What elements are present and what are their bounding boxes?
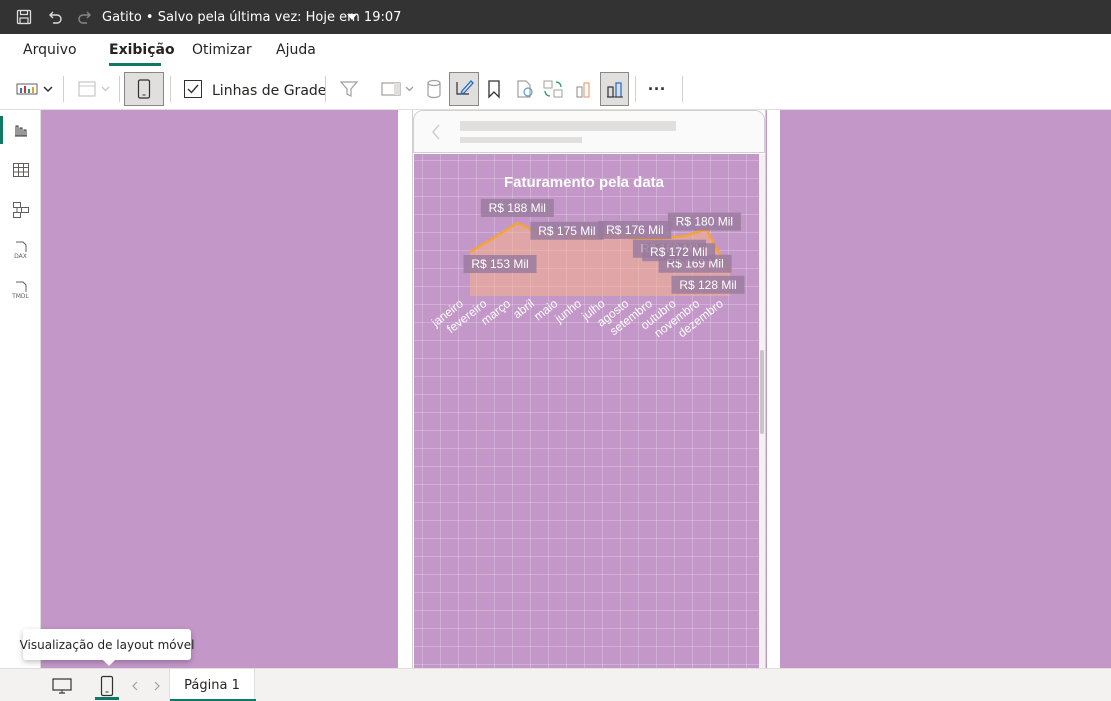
page-tab[interactable]: Página 1 (169, 669, 256, 701)
data-label: R$ 172 Mil (642, 243, 716, 262)
chart-title: Faturamento pela data (504, 174, 665, 191)
data-label-text: R$ 180 Mil (676, 215, 733, 229)
data-label-text: R$ 172 Mil (650, 245, 707, 259)
chevron-left-icon (132, 681, 138, 691)
data-label: R$ 175 Mil (530, 221, 604, 240)
bottom-bar: Página 1 (0, 668, 1111, 701)
mobile-layout-toggle[interactable] (94, 673, 120, 699)
data-label-text: R$ 188 Mil (489, 201, 546, 215)
data-label-text: R$ 128 Mil (679, 278, 736, 292)
data-label: R$ 176 Mil (598, 220, 672, 239)
x-tick-label: abril (510, 296, 536, 321)
data-label: R$ 180 Mil (667, 212, 741, 231)
page-prev-button[interactable] (124, 673, 146, 699)
phone-icon (100, 675, 114, 697)
data-label: R$ 153 Mil (463, 255, 537, 274)
data-label-text: R$ 153 Mil (471, 257, 528, 271)
revenue-area-chart[interactable]: Faturamento pela data R$ 153 Mil R$ 188 M… (0, 0, 1111, 701)
data-label-text: R$ 176 Mil (606, 223, 663, 237)
layout-tooltip: Visualização de layout móvel (20, 629, 194, 666)
data-label: R$ 128 Mil (671, 275, 745, 294)
data-label-text: R$ 175 Mil (538, 224, 595, 238)
chevron-right-icon (154, 681, 160, 691)
desktop-icon (52, 678, 72, 694)
data-label: R$ 188 Mil (480, 198, 554, 217)
page-next-button[interactable] (146, 673, 168, 699)
desktop-layout-button[interactable] (49, 673, 75, 699)
active-layout-indicator (95, 697, 119, 700)
